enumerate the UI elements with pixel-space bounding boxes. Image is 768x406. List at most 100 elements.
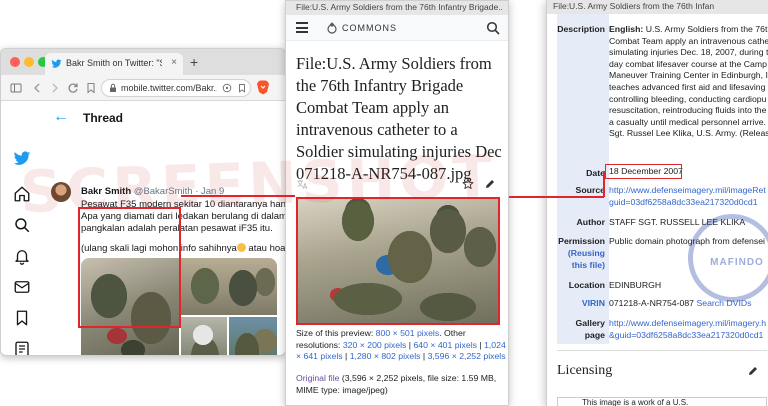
lists-icon[interactable]	[13, 340, 31, 356]
browser-tab[interactable]: Bakr Smith on Twitter: "Sumber d... ×	[45, 53, 183, 75]
author-value: STAFF SGT. RUSSELL LEE KLIKA	[609, 217, 746, 227]
author-label: Author	[576, 217, 605, 227]
watch-star-icon[interactable]	[462, 178, 474, 190]
location-label: Location	[568, 280, 605, 290]
twitter-logo-icon[interactable]	[13, 149, 31, 167]
explore-icon[interactable]	[13, 216, 31, 234]
url-input[interactable]: mobile.twitter.com/Bakr...	[101, 79, 251, 97]
description-line: controlling bleeding, conducting cardiop…	[609, 93, 767, 104]
reusing-link-cont[interactable]: this file)	[572, 260, 605, 270]
description-line: a casualty until medical personnel arriv…	[609, 116, 766, 127]
back-arrow-icon[interactable]	[31, 82, 43, 94]
reload-icon[interactable]	[67, 82, 79, 94]
home-icon[interactable]	[13, 185, 31, 203]
reusing-link[interactable]: (Reusing	[568, 248, 605, 258]
window-titlebar: File:U.S. Army Soldiers from the 76th In…	[286, 1, 508, 15]
resolution-link-640[interactable]: 640 × 401 pixels	[413, 340, 477, 350]
tweet-photo[interactable]	[229, 317, 277, 355]
reusing-link-wrap: (Reusing	[568, 248, 605, 258]
gallery-link[interactable]: http://www.defenseimagery.mil/imagery.h	[609, 318, 766, 330]
virin-label-wrap: VIRIN	[582, 298, 605, 308]
connector-line	[181, 195, 295, 197]
original-file-link[interactable]: Original file	[296, 373, 339, 383]
thinking-emoji-icon	[236, 243, 246, 252]
connector-line	[509, 196, 604, 198]
separator: |	[342, 351, 350, 362]
window-close-button[interactable]	[10, 57, 20, 67]
source-link[interactable]: http://www.defenseimagery.mil/imageRet	[609, 185, 766, 197]
virin-number: 071218-A-NR754-087	[609, 298, 695, 308]
title-line: Combat Team apply an	[296, 98, 449, 117]
title-line: intravenous catheter to a	[296, 120, 458, 139]
twitter-favicon-icon	[51, 59, 62, 68]
sidebar-toggle-icon[interactable]	[10, 82, 22, 94]
back-arrow-icon[interactable]: ←	[53, 109, 69, 125]
forward-arrow-icon[interactable]	[49, 82, 61, 94]
gallery-link-cont[interactable]: &guid=03df6258a8dc33ea217320d0cd1	[609, 330, 766, 342]
description-line: resuscitation, reintroducing fluids into…	[609, 105, 767, 116]
title-line: File:U.S. Army Soldiers from	[296, 54, 492, 73]
original-file-line: Original file (3,596 × 2,252 pixels, fil…	[296, 373, 508, 385]
bookmarks-icon[interactable]	[13, 309, 31, 327]
virin-label[interactable]: VIRIN	[582, 298, 605, 308]
gallery-label-cont: page	[584, 330, 605, 340]
resolutions-label: resolutions:	[296, 339, 343, 350]
window-minimize-button[interactable]	[24, 57, 34, 67]
resolution-link-1024[interactable]: 1,024	[484, 340, 506, 350]
search-dvids-link[interactable]: Search DVIDs	[696, 298, 751, 308]
brave-shield-icon[interactable]	[256, 80, 270, 95]
title-line: the 76th Infantry Brigade	[296, 76, 464, 95]
description-language: English:	[609, 24, 644, 34]
preview-prefix: Size of this preview:	[296, 328, 376, 338]
file-preview-image[interactable]	[296, 197, 500, 325]
resolution-link-320[interactable]: 320 × 200 pixels	[343, 340, 407, 350]
virin-value: 071218-A-NR754-087 Search DVIDs	[609, 298, 751, 310]
tab-close-icon[interactable]: ×	[171, 57, 177, 68]
source-link-cont[interactable]: guid=03df6258a8dc33ea217320d0cd1	[609, 197, 766, 209]
tweet-photo[interactable]	[181, 258, 277, 315]
language-icon[interactable]	[296, 178, 308, 190]
connector-line	[603, 171, 605, 197]
browser-tab-title: Bakr Smith on Twitter: "Sumber d...	[66, 58, 162, 68]
messages-icon[interactable]	[13, 278, 31, 296]
share-icon[interactable]	[222, 83, 232, 93]
commons-logo-text[interactable]: COMMONS	[342, 23, 397, 33]
commons-logo-icon[interactable]	[326, 22, 338, 34]
author-name[interactable]: Bakr Smith	[81, 186, 131, 197]
description-line: English: U.S. Army Soldiers from the 76t…	[609, 24, 768, 36]
twitter-sidebar	[1, 101, 43, 356]
commons-mobile-window: File:U.S. Army Soldiers from the 76th In…	[285, 0, 509, 406]
separator: |	[476, 339, 485, 350]
description-value: English: U.S. Army Soldiers from the 76t…	[609, 24, 768, 140]
preview-size-line: Size of this preview: 800 × 501 pixels. …	[296, 328, 508, 340]
url-text: mobile.twitter.com/Bakr...	[121, 83, 217, 93]
resolution-link-3596[interactable]: 3,596 × 2,252 pixels	[428, 351, 506, 361]
window-title: File:U.S. Army Soldiers from the 76th In…	[296, 2, 502, 12]
resolution-link-1280[interactable]: 1,280 × 802 pixels	[350, 351, 421, 361]
page-toolbar	[286, 176, 508, 194]
bookmark-star-icon[interactable]	[237, 83, 247, 93]
info-label-column: Description Date Source Author Permissio…	[557, 14, 609, 344]
avatar[interactable]	[51, 182, 71, 202]
gallery-value: http://www.defenseimagery.mil/imagery.h …	[609, 318, 766, 341]
highlight-box-tweet-photo	[78, 207, 181, 328]
description-line: teaches advanced first aid and lifesavin…	[609, 81, 766, 92]
mime-line: MIME type: image/jpeg)	[296, 384, 388, 395]
tweet-photo[interactable]	[181, 317, 227, 355]
bookmark-page-icon[interactable]	[85, 82, 97, 94]
menu-icon[interactable]	[296, 22, 308, 33]
reusing-link-wrap: this file)	[572, 260, 605, 270]
preview-size-link[interactable]: 800 × 501 pixels	[376, 328, 440, 338]
edit-pencil-icon[interactable]	[484, 178, 496, 190]
resolution-link-1024-cont[interactable]: × 641 pixels	[296, 351, 343, 361]
window-titlebar: File:U.S. Army Soldiers from the 76th In…	[547, 0, 768, 14]
search-icon[interactable]	[486, 21, 500, 35]
edit-pencil-icon[interactable]	[747, 365, 759, 377]
description-line: simulating injuries Dec. 18, 2007, durin…	[609, 47, 768, 58]
new-tab-icon[interactable]: +	[190, 55, 198, 69]
title-line: Soldier simulating injuries Dec	[296, 142, 502, 161]
description-line: Combat Team apply an intravenous cathe	[609, 35, 768, 46]
notifications-icon[interactable]	[13, 247, 31, 265]
window-title: File:U.S. Army Soldiers from the 76th In…	[553, 1, 715, 11]
source-value: http://www.defenseimagery.mil/imageRet g…	[609, 185, 766, 208]
